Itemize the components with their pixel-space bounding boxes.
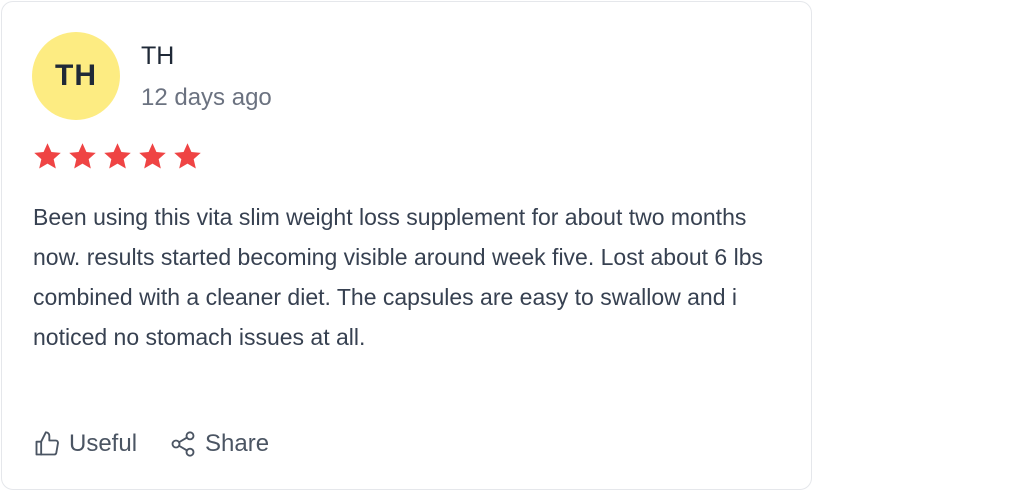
review-card: TH TH 12 days ago Been using this vita s… (1, 1, 812, 490)
share-label: Share (205, 430, 270, 457)
star-icon (102, 142, 133, 171)
useful-label: Useful (69, 430, 138, 457)
review-text: Been using this vita slim weight loss su… (33, 204, 764, 350)
share-icon (169, 430, 197, 458)
useful-button[interactable]: Useful (33, 430, 137, 458)
star-icon (137, 142, 168, 171)
star-icon (32, 142, 63, 171)
avatar: TH (32, 32, 120, 120)
star-icon (172, 142, 203, 171)
share-button[interactable]: Share (169, 430, 269, 458)
thumbs-up-icon (33, 430, 61, 458)
review-actions: Useful Share (33, 430, 269, 458)
star-icon (67, 142, 98, 171)
review-author: TH (141, 42, 175, 70)
review-time: 12 days ago (141, 84, 272, 111)
avatar-initials: TH (55, 59, 97, 92)
star-rating (32, 142, 203, 171)
